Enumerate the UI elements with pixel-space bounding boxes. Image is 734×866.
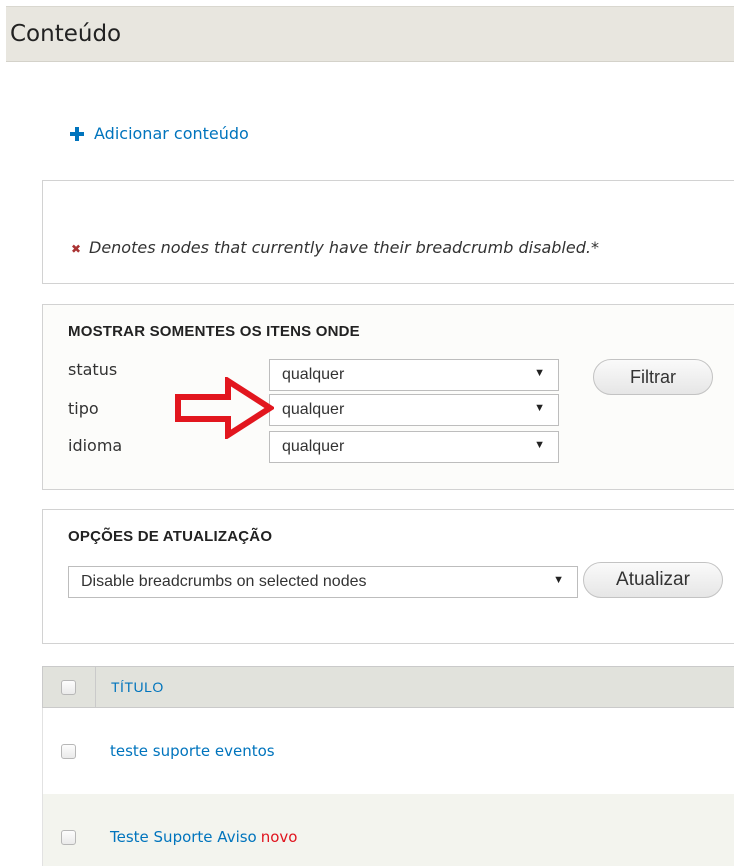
add-content-label: Adicionar conteúdo <box>94 124 249 143</box>
filter-title: MOSTRAR SOMENTES OS ITENS ONDE <box>68 323 360 340</box>
content-table: TÍTULO teste suporte eventos Teste Supor… <box>42 666 734 866</box>
caret-down-icon: ▼ <box>553 574 564 586</box>
page-header: Conteúdo <box>6 6 734 62</box>
arrow-right-icon <box>175 377 274 439</box>
page-title: Conteúdo <box>10 21 122 47</box>
update-action-select[interactable]: Disable breadcrumbs on selected nodes ▼ <box>68 566 578 598</box>
row-title-link[interactable]: Teste Suporte Aviso novo <box>110 828 297 846</box>
update-title: OPÇÕES DE ATUALIZAÇÃO <box>68 528 273 545</box>
filter-label-idioma: idioma <box>68 436 123 455</box>
caret-down-icon: ▼ <box>534 367 545 379</box>
filter-label-status: status <box>68 360 118 379</box>
select-all-checkbox[interactable] <box>61 680 76 695</box>
breadcrumb-disabled-icon: ✖ <box>71 241 82 256</box>
notice-text: Denotes nodes that currently have their … <box>89 238 599 257</box>
filter-panel: MOSTRAR SOMENTES OS ITENS ONDE status qu… <box>42 304 734 490</box>
new-badge: novo <box>260 828 298 846</box>
table-header: TÍTULO <box>42 666 734 708</box>
caret-down-icon: ▼ <box>534 439 545 451</box>
add-content-link[interactable]: Adicionar conteúdo <box>68 124 249 143</box>
title-column-header[interactable]: TÍTULO <box>111 679 164 695</box>
update-button[interactable]: Atualizar <box>583 562 723 598</box>
row-checkbox[interactable] <box>61 744 76 759</box>
breadcrumb-notice: ✖ Denotes nodes that currently have thei… <box>42 180 734 284</box>
caret-down-icon: ▼ <box>534 402 545 414</box>
plus-icon <box>68 125 86 143</box>
filter-label-tipo: tipo <box>68 399 99 418</box>
status-select[interactable]: qualquer ▼ <box>269 359 559 391</box>
table-row: teste suporte eventos <box>42 708 734 794</box>
row-title-link[interactable]: teste suporte eventos <box>110 742 275 760</box>
filter-button[interactable]: Filtrar <box>593 359 713 395</box>
update-options-panel: OPÇÕES DE ATUALIZAÇÃO Disable breadcrumb… <box>42 509 734 644</box>
type-select[interactable]: qualquer ▼ <box>269 394 559 426</box>
row-checkbox[interactable] <box>61 830 76 845</box>
table-row: Teste Suporte Aviso novo <box>42 794 734 866</box>
language-select[interactable]: qualquer ▼ <box>269 431 559 463</box>
